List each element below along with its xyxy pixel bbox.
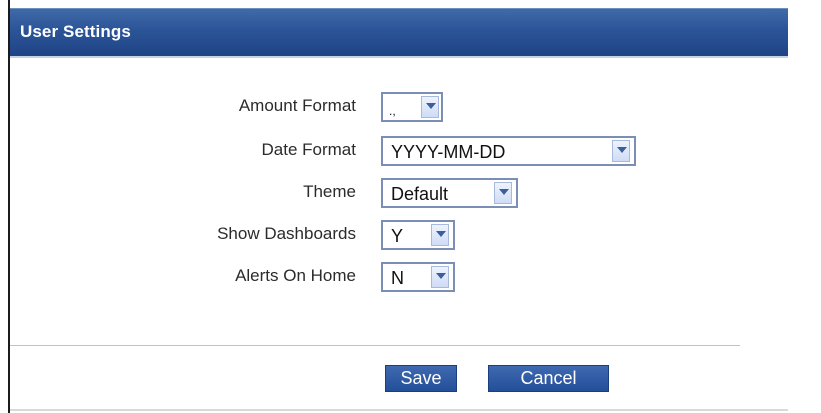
alerts-on-home-label: Alerts On Home [235,266,356,285]
date-format-value: YYYY-MM-DD [391,142,506,162]
date-format-select[interactable]: YYYY-MM-DD [381,136,636,166]
save-button[interactable]: Save [385,365,457,392]
date-format-dropdown-button[interactable] [612,140,630,162]
theme-label: Theme [303,182,356,201]
chevron-down-icon [426,103,436,109]
amount-format-label: Amount Format [238,96,356,115]
alerts-on-home-value: N [391,268,404,288]
alerts-on-home-select[interactable]: N [381,262,455,292]
header-divider [10,56,788,58]
alerts-on-home-dropdown-button[interactable] [431,266,449,288]
panel-title: User Settings [20,22,131,41]
amount-format-row: Amount Format ., [0,92,821,122]
chevron-down-icon [499,189,509,195]
theme-dropdown-button[interactable] [494,182,512,204]
date-format-row: Date Format YYYY-MM-DD [0,136,821,166]
theme-select[interactable]: Default [381,178,518,208]
theme-value: Default [391,184,449,204]
amount-format-dropdown-button[interactable] [421,96,439,118]
show-dashboards-select[interactable]: Y [381,220,455,250]
user-settings-panel: User Settings Amount Format ., Date Form… [0,0,821,413]
form-divider [10,345,740,346]
chevron-down-icon [617,147,627,153]
alerts-on-home-row: Alerts On Home N [0,262,821,292]
chevron-down-icon [436,231,446,237]
cancel-button[interactable]: Cancel [488,365,609,392]
panel-header: User Settings [10,8,788,57]
date-format-label: Date Format [261,140,356,159]
amount-format-select[interactable]: ., [381,92,443,122]
theme-row: Theme Default [0,178,821,208]
amount-format-value: ., [389,104,396,118]
show-dashboards-dropdown-button[interactable] [431,224,449,246]
bottom-line [10,409,788,411]
top-line [0,0,821,8]
chevron-down-icon [436,273,446,279]
show-dashboards-value: Y [391,226,404,246]
show-dashboards-label: Show Dashboards [217,224,356,243]
show-dashboards-row: Show Dashboards Y [0,220,821,250]
